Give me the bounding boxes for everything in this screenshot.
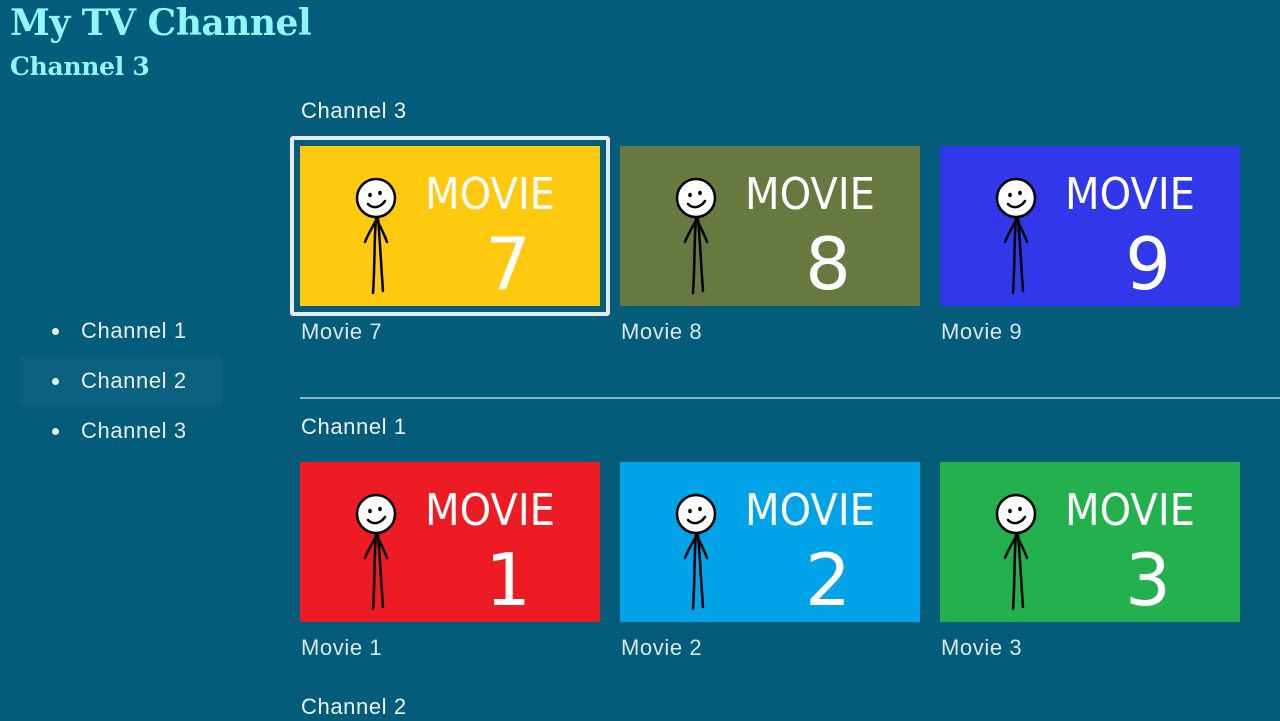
- movie-tile[interactable]: MOVIE 2: [620, 462, 920, 622]
- movie-poster-image: MOVIE7: [300, 146, 600, 306]
- movie-tile-label: Movie 8: [621, 319, 703, 344]
- movie-tile-label: Movie 2: [621, 635, 703, 660]
- poster-number-text: 8: [805, 222, 851, 306]
- movie-poster-image: MOVIE8: [620, 146, 920, 306]
- poster-number-text: 7: [485, 222, 531, 306]
- movie-tile[interactable]: MOVIE 3: [940, 462, 1240, 622]
- app-title: My TV Channel: [10, 2, 312, 44]
- row-title-channel-1: Channel 1: [301, 414, 407, 439]
- movie-tile-label: Movie 1: [301, 635, 383, 660]
- poster-title-text: MOVIE: [745, 169, 875, 220]
- bullet-icon: [52, 428, 59, 435]
- nav-item-label: Channel 2: [81, 368, 187, 393]
- current-channel-subtitle: Channel 3: [10, 52, 150, 81]
- poster-title-text: MOVIE: [1065, 485, 1195, 536]
- row-divider: [300, 397, 1280, 399]
- nav-item-channel-1[interactable]: Channel 1: [20, 306, 222, 356]
- poster-title-text: MOVIE: [745, 485, 875, 536]
- movie-poster-image: MOVIE3: [940, 462, 1240, 622]
- bullet-icon: [52, 378, 59, 385]
- row-title-channel-2: Channel 2: [301, 694, 407, 719]
- movie-tile[interactable]: MOVIE 7: [290, 136, 610, 316]
- poster-title-text: MOVIE: [425, 485, 555, 536]
- movie-tile[interactable]: MOVIE 8: [620, 146, 920, 306]
- channel-nav-list: Channel 1 Channel 2 Channel 3: [20, 306, 222, 456]
- movie-tile-label: Movie 9: [941, 319, 1023, 344]
- row-title-channel-3: Channel 3: [301, 98, 407, 123]
- poster-title-text: MOVIE: [1065, 169, 1195, 220]
- bullet-icon: [52, 328, 59, 335]
- movie-tile-label: Movie 3: [941, 635, 1023, 660]
- poster-number-text: 3: [1125, 538, 1171, 622]
- nav-item-label: Channel 3: [81, 418, 187, 443]
- poster-title-text: MOVIE: [425, 169, 555, 220]
- movie-poster-image: MOVIE2: [620, 462, 920, 622]
- movie-poster-image: MOVIE9: [940, 146, 1240, 306]
- movie-tile-label: Movie 7: [301, 319, 383, 344]
- poster-number-text: 2: [805, 538, 851, 622]
- nav-item-channel-3[interactable]: Channel 3: [20, 406, 222, 456]
- poster-number-text: 9: [1125, 222, 1171, 306]
- movie-tile[interactable]: MOVIE 1: [300, 462, 600, 622]
- movie-poster-image: MOVIE1: [300, 462, 600, 622]
- nav-item-channel-2[interactable]: Channel 2: [20, 356, 222, 406]
- movie-tile[interactable]: MOVIE 9: [940, 146, 1240, 306]
- nav-item-label: Channel 1: [81, 318, 187, 343]
- poster-number-text: 1: [485, 538, 531, 622]
